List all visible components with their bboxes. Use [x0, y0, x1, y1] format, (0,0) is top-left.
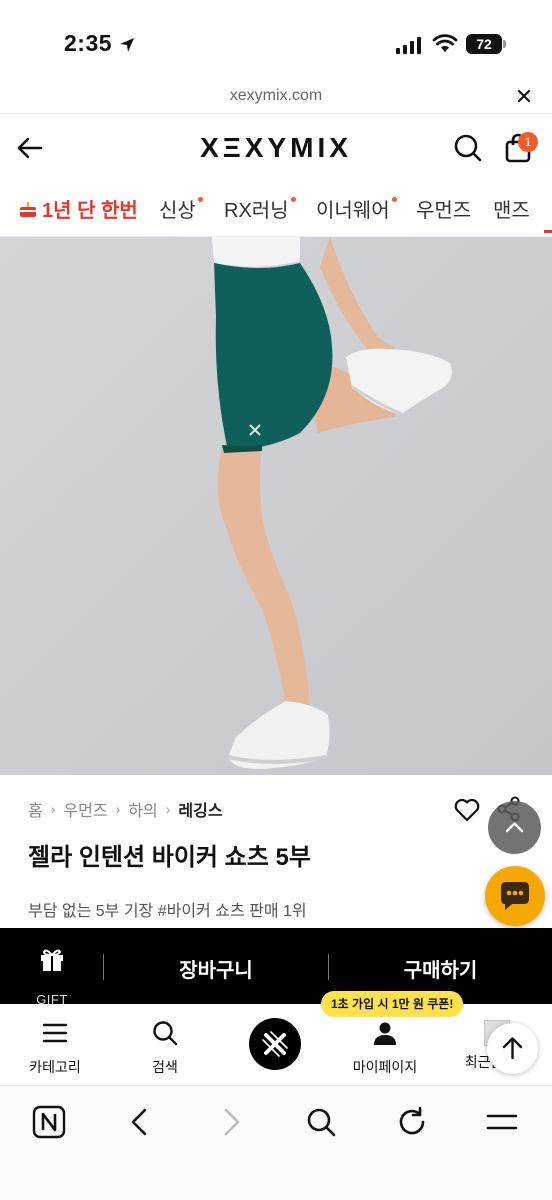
cake-icon — [20, 202, 36, 217]
category-item-womens[interactable]: 우먼즈 — [416, 194, 471, 223]
purchase-bar: GIFT 장바구니 구매하기 — [0, 928, 552, 1007]
browser-toolbar — [0, 1086, 552, 1200]
page-top-button[interactable] — [487, 1023, 538, 1074]
bottom-tab-bar: 카테고리 검색 1초 가입 시 1만 원 쿠폰! 마이페이지 최근본상품 — [0, 991, 552, 1086]
chat-button[interactable] — [485, 866, 545, 926]
status-bar: 2:35 72 — [0, 0, 552, 84]
menu-icon — [42, 1023, 68, 1043]
cellular-signal-icon — [396, 36, 421, 54]
category-label: 신상 — [159, 200, 196, 222]
person-icon — [374, 1022, 396, 1045]
heart-icon[interactable] — [453, 796, 481, 824]
tab-home[interactable] — [249, 1018, 301, 1070]
buy-now-button[interactable]: 구매하기 — [329, 954, 552, 983]
chevron-right-icon: › — [50, 801, 56, 817]
category-item-rx-running[interactable]: RX러닝 — [224, 194, 296, 223]
product-image[interactable] — [0, 237, 552, 775]
category-label: 이너웨어 — [316, 200, 390, 222]
gift-icon — [41, 949, 63, 971]
signup-coupon-badge[interactable]: 1초 가입 시 1만 원 쿠폰! — [321, 991, 464, 1017]
chevron-up-icon — [505, 822, 524, 833]
tab-label: 마이페이지 — [352, 1059, 418, 1075]
category-label: RX러닝 — [224, 200, 289, 222]
chat-bubble-icon — [501, 882, 529, 910]
product-title: 젤라 인텐션 바이커 쇼츠 5부 — [28, 844, 311, 871]
browser-search-icon[interactable] — [303, 1104, 339, 1140]
scroll-up-button[interactable] — [488, 801, 541, 854]
wifi-icon — [432, 34, 458, 52]
category-item-anniversary[interactable]: 1년 단 한번 — [18, 194, 138, 223]
cart-count-badge: 1 — [518, 132, 538, 152]
breadcrumb-leggings[interactable]: 레깅스 — [178, 797, 222, 821]
new-dot — [391, 197, 397, 202]
battery-icon — [503, 40, 506, 48]
search-icon[interactable] — [452, 132, 484, 164]
search-icon — [153, 1021, 178, 1046]
tab-category[interactable]: 카테고리 — [0, 1020, 110, 1077]
category-label: 우먼즈 — [416, 200, 472, 222]
chevron-right-icon: › — [115, 801, 121, 817]
browser-menu-icon[interactable] — [484, 1104, 520, 1140]
tab-label: 카테고리 — [29, 1059, 81, 1075]
product-info: 홈 › 우먼즈 › 하의 › 레깅스 젤라 인텐션 바이커 쇼츠 5부 부담 없… — [0, 775, 552, 928]
status-time: 2:35 — [64, 30, 113, 56]
browser-forward-icon[interactable] — [213, 1104, 249, 1140]
site-header: XΞXYMIX — [0, 114, 552, 180]
category-nav: 1년 단 한번 신상 RX러닝 이너웨어 우먼즈 맨즈 — [0, 180, 552, 237]
battery-level: 72 — [466, 34, 502, 54]
location-arrow-icon — [120, 38, 134, 52]
tab-search[interactable]: 검색 — [110, 1020, 220, 1077]
brand-x-icon — [262, 1031, 288, 1057]
category-label: 맨즈 — [493, 200, 530, 222]
breadcrumb: 홈 › 우먼즈 › 하의 › 레깅스 — [28, 797, 223, 821]
tab-mypage[interactable]: 마이페이지 — [330, 1020, 440, 1077]
chevron-right-icon: › — [165, 801, 171, 817]
category-label: 1년 단 한번 — [42, 200, 138, 222]
tab-label: 검색 — [152, 1059, 178, 1075]
breadcrumb-home[interactable]: 홈 — [28, 797, 43, 821]
add-to-cart-button[interactable]: 장바구니 — [104, 954, 328, 983]
product-subtitle: 부담 없는 5부 기장 #바이커 쇼츠 판매 1위 — [28, 903, 307, 920]
nav-scroll-indicator — [544, 230, 552, 233]
category-item-new[interactable]: 신상 — [159, 194, 203, 223]
breadcrumb-bottoms[interactable]: 하의 — [128, 797, 157, 821]
gift-button[interactable]: GIFT — [26, 944, 78, 1007]
url-domain[interactable]: xexymix.com — [0, 87, 552, 105]
breadcrumb-womens[interactable]: 우먼즈 — [63, 797, 107, 821]
new-dot — [290, 197, 296, 202]
category-item-innerwear[interactable]: 이너웨어 — [316, 194, 397, 223]
url-bar[interactable]: xexymix.com — [0, 84, 552, 114]
new-dot — [197, 197, 203, 202]
close-icon[interactable] — [514, 86, 534, 106]
arrow-up-icon — [502, 1037, 523, 1060]
naver-n-icon[interactable] — [31, 1104, 67, 1140]
refresh-icon[interactable] — [394, 1104, 430, 1140]
product-photo-illustration — [0, 237, 552, 775]
browser-back-icon[interactable] — [122, 1104, 158, 1140]
category-item-mens[interactable]: 맨즈 — [493, 194, 530, 223]
